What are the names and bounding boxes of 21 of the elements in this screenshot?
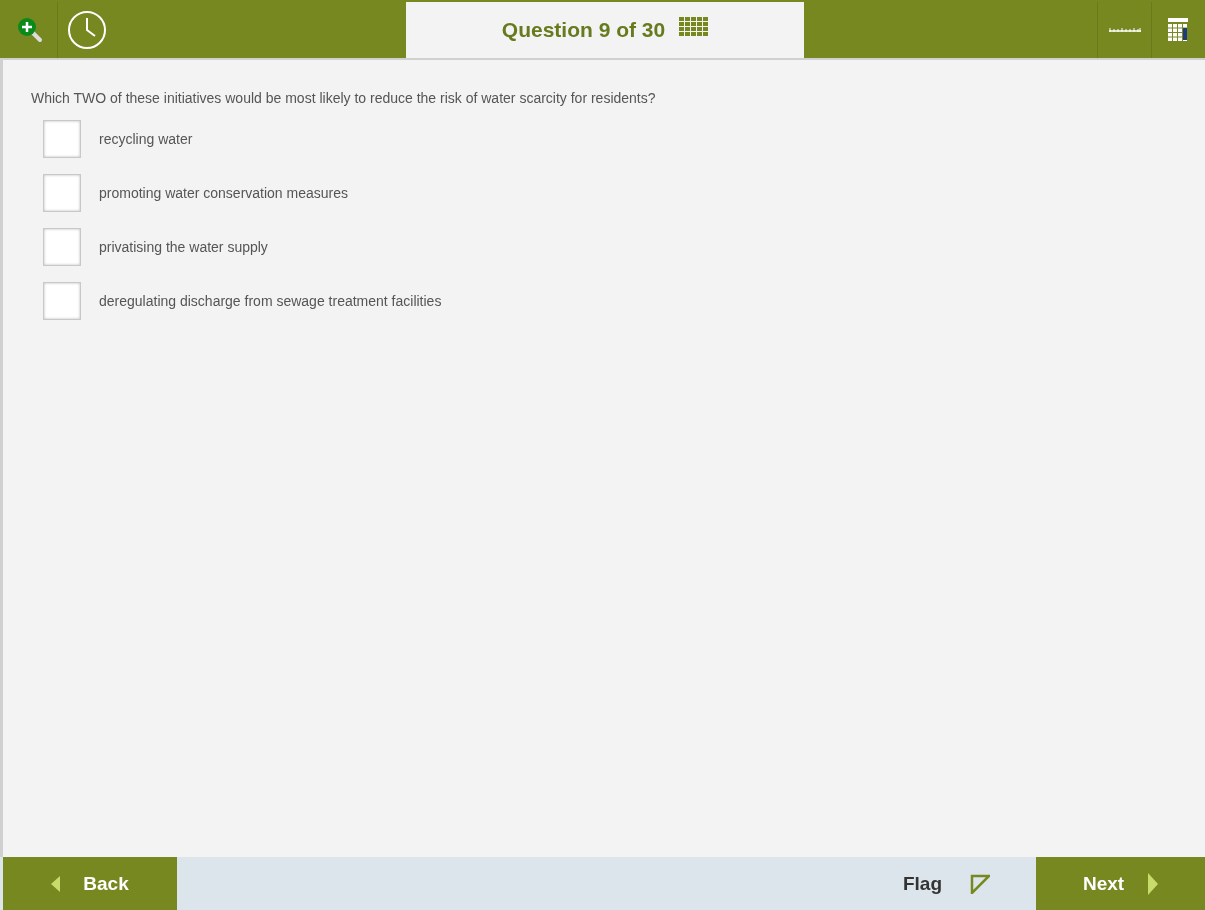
grid-icon bbox=[679, 17, 709, 37]
back-button[interactable]: Back bbox=[3, 857, 177, 910]
question-counter: Question 9 of 30 bbox=[501, 18, 666, 42]
answer-checkbox[interactable] bbox=[43, 228, 81, 266]
answer-checkbox[interactable] bbox=[43, 120, 81, 158]
next-button[interactable]: Next bbox=[1036, 857, 1205, 910]
answer-label: deregulating discharge from sewage treatment facilities bbox=[99, 293, 442, 309]
answer-checkbox[interactable] bbox=[43, 282, 81, 320]
zoom-in-icon bbox=[15, 15, 45, 45]
answer-checkbox[interactable] bbox=[43, 174, 81, 212]
answer-label: recycling water bbox=[99, 131, 193, 147]
answer-label: promoting water conservation measures bbox=[99, 185, 348, 201]
clock-icon bbox=[67, 10, 107, 50]
flag-button[interactable]: Flag bbox=[902, 857, 990, 910]
answer-label: privatising the water supply bbox=[99, 239, 268, 255]
right-arrow-icon bbox=[1148, 872, 1159, 895]
calculator-icon bbox=[1167, 18, 1190, 42]
left-arrow-icon bbox=[51, 875, 62, 892]
question-text: Which TWO of these initiatives would be most likely to reduce the risk of water scarcity for residents? bbox=[31, 90, 657, 106]
ruler-icon bbox=[1108, 27, 1141, 33]
question-grid-button[interactable] bbox=[679, 17, 709, 37]
